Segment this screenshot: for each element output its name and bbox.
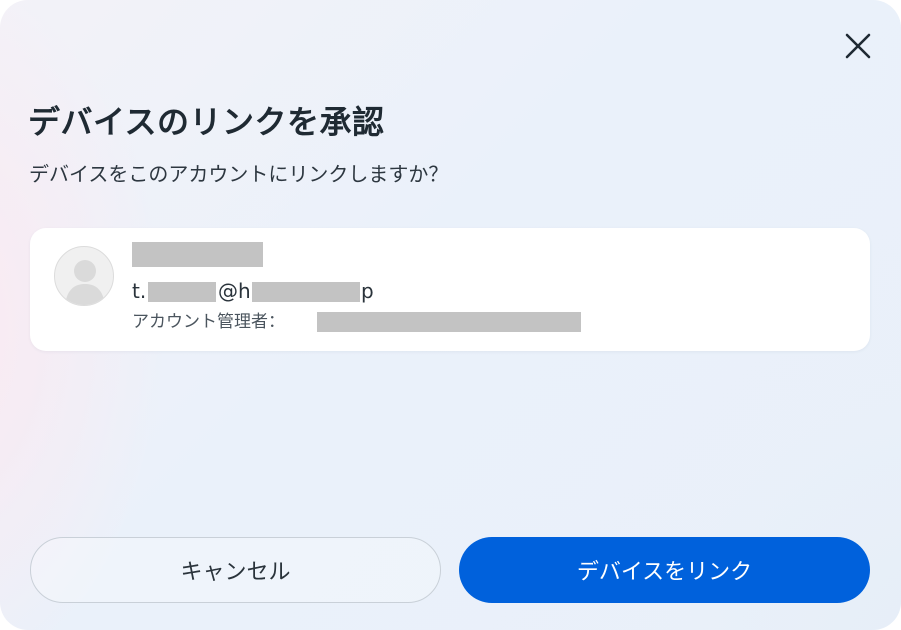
account-name-redacted [132, 242, 263, 267]
account-card: t. @h p アカウント管理者： [30, 228, 870, 351]
account-admin-label: アカウント管理者： [132, 312, 285, 332]
person-avatar-icon [54, 246, 114, 306]
email-redaction-1 [148, 282, 216, 302]
email-domain-end: p [361, 279, 374, 303]
close-icon [845, 33, 871, 59]
link-device-button[interactable]: デバイスをリンク [459, 537, 870, 603]
close-button[interactable] [838, 26, 878, 66]
email-prefix: t. [132, 279, 147, 303]
cancel-button[interactable]: キャンセル [30, 537, 441, 603]
email-domain-start: @h [218, 279, 251, 303]
link-device-dialog: デバイスのリンクを承認 デバイスをこのアカウントにリンクしますか？ t. @h … [0, 0, 901, 630]
account-admin-redacted [317, 312, 581, 332]
email-redaction-2 [252, 282, 360, 302]
dialog-title: デバイスのリンクを承認 [28, 103, 385, 141]
dialog-subtitle: デバイスをこのアカウントにリンクしますか？ [29, 162, 449, 186]
